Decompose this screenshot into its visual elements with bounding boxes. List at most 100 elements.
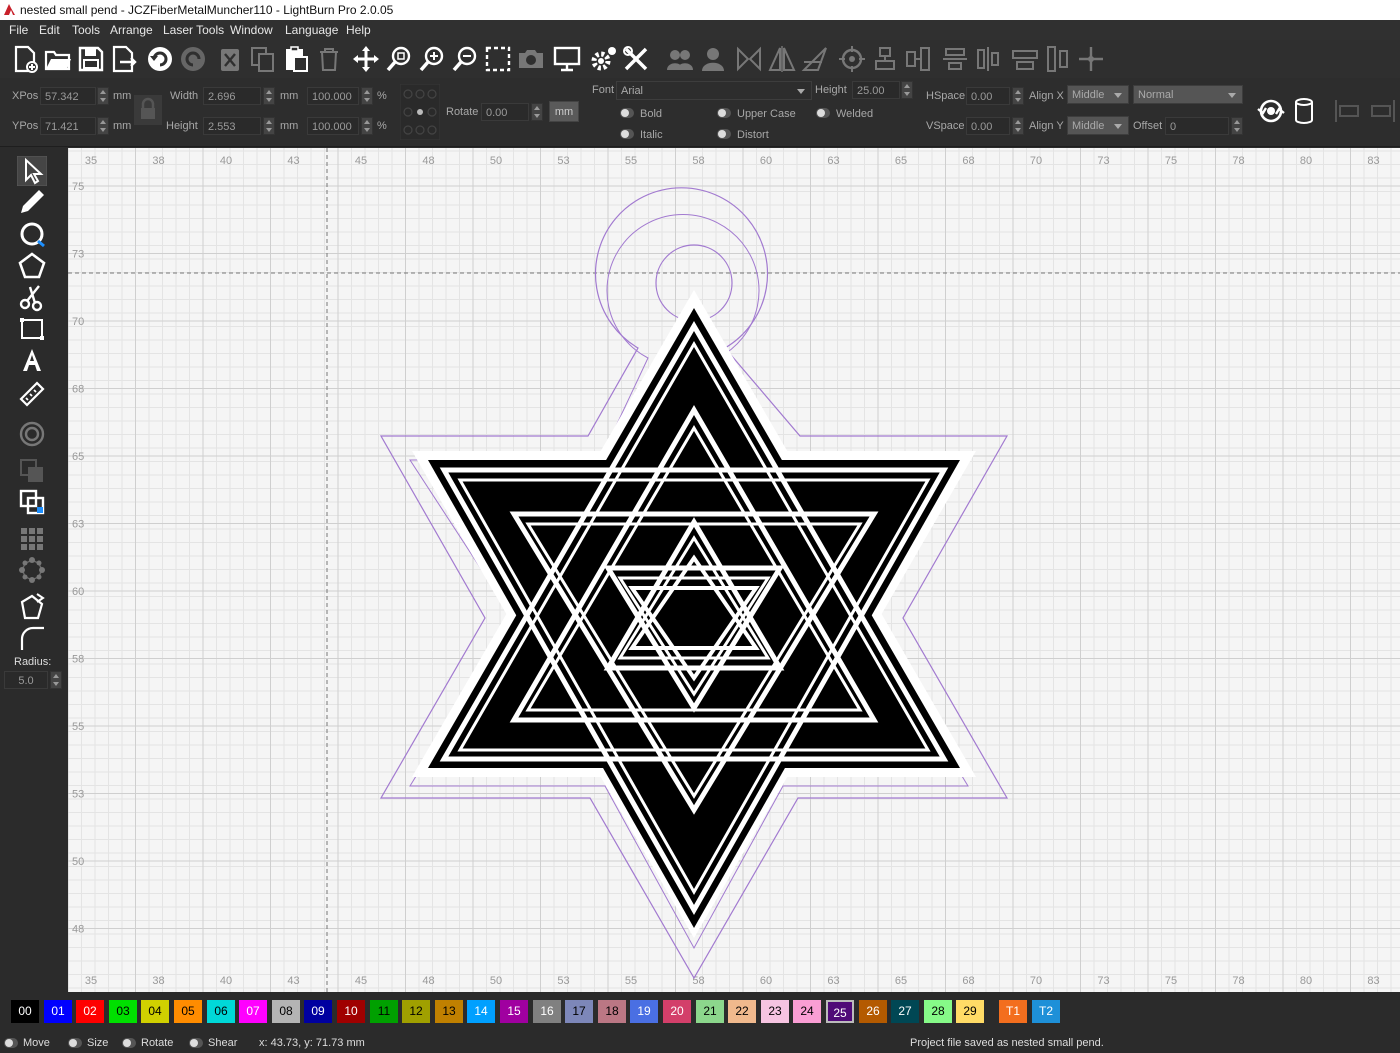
space-vertical-icon[interactable] xyxy=(1043,44,1073,74)
layer-color-16[interactable]: 16 xyxy=(533,1000,561,1023)
zoom-out-icon[interactable] xyxy=(450,44,480,74)
layer-color-21[interactable]: 21 xyxy=(696,1000,724,1023)
edit-nodes-scissors-icon[interactable] xyxy=(17,282,47,312)
rectangle-tool-icon[interactable] xyxy=(17,314,47,344)
settings-gear-icon[interactable] xyxy=(588,44,618,74)
design-canvas[interactable]: 35 35 38 38 40 40 43 43 45 45 48 48 50 50 53 53 55 55 58 58… xyxy=(68,148,1400,992)
menu-file[interactable]: File xyxy=(9,23,28,37)
move-icon[interactable] xyxy=(351,44,381,74)
layer-color-07[interactable]: 07 xyxy=(239,1000,267,1023)
flip-horizontal-icon[interactable] xyxy=(734,44,764,74)
menu-tools[interactable]: Tools xyxy=(72,23,100,37)
unit-toggle-button[interactable]: mm xyxy=(549,101,579,122)
layer-color-20[interactable]: 20 xyxy=(663,1000,691,1023)
radius-field[interactable]: 5.0 xyxy=(4,671,48,689)
rotate-shape-icon[interactable] xyxy=(17,592,47,622)
zoom-in-icon[interactable] xyxy=(417,44,447,74)
ypos-field[interactable]: 71.421 xyxy=(40,117,96,135)
scale-height-spinner[interactable] xyxy=(361,117,373,135)
text-mode-select[interactable]: Normal xyxy=(1133,85,1243,104)
open-folder-icon[interactable] xyxy=(43,44,73,74)
circular-array-icon[interactable] xyxy=(17,555,47,585)
ungroup-icon[interactable] xyxy=(698,44,728,74)
welded-toggle[interactable] xyxy=(816,108,830,118)
scale-height-field[interactable]: 100.000 xyxy=(307,117,359,135)
layer-color-08[interactable]: 08 xyxy=(272,1000,300,1023)
grid-array-icon[interactable] xyxy=(17,524,47,554)
layer-color-14[interactable]: 14 xyxy=(467,1000,495,1023)
rotate-spinner[interactable] xyxy=(531,103,543,121)
layer-color-23[interactable]: 23 xyxy=(761,1000,789,1023)
layer-color-11[interactable]: 11 xyxy=(370,1000,398,1023)
zoom-page-icon[interactable] xyxy=(483,44,513,74)
align-x-select[interactable]: Middle xyxy=(1067,85,1129,104)
layer-color-17[interactable]: 17 xyxy=(565,1000,593,1023)
width-spinner[interactable] xyxy=(263,87,275,105)
shear-toggle[interactable] xyxy=(189,1038,203,1048)
anchor-grid-icon[interactable] xyxy=(400,84,440,140)
menu-window[interactable]: Window xyxy=(230,23,273,37)
layer-color-02[interactable]: 02 xyxy=(76,1000,104,1023)
apply-path-icon[interactable] xyxy=(1256,96,1286,126)
xpos-field[interactable]: 57.342 xyxy=(40,87,96,105)
menu-laser-tools[interactable]: Laser Tools xyxy=(163,23,224,37)
layer-color-t2[interactable]: T2 xyxy=(1032,1000,1060,1023)
corner-radius-icon[interactable] xyxy=(17,623,47,653)
font-select[interactable]: Arial xyxy=(616,81,812,100)
layer-color-t1[interactable]: T1 xyxy=(999,1000,1027,1023)
boolean-union-icon[interactable] xyxy=(17,487,47,517)
redo-icon[interactable] xyxy=(178,44,208,74)
layer-color-09[interactable]: 09 xyxy=(304,1000,332,1023)
new-file-icon[interactable] xyxy=(10,44,40,74)
layer-color-04[interactable]: 04 xyxy=(141,1000,169,1023)
paste-icon[interactable] xyxy=(281,44,311,74)
layer-color-13[interactable]: 13 xyxy=(435,1000,463,1023)
measure-ruler-icon[interactable] xyxy=(17,377,47,407)
align-middle-icon[interactable] xyxy=(903,44,933,74)
ypos-spinner[interactable] xyxy=(97,117,109,135)
offset-field[interactable]: 0 xyxy=(1165,117,1229,135)
height-spinner[interactable] xyxy=(263,117,275,135)
align-top-icon[interactable] xyxy=(870,44,900,74)
layer-color-00[interactable]: 00 xyxy=(11,1000,39,1023)
ellipse-tool-icon[interactable] xyxy=(17,219,47,249)
layer-color-15[interactable]: 15 xyxy=(500,1000,528,1023)
undo-icon[interactable] xyxy=(145,44,175,74)
size-toggle[interactable] xyxy=(68,1038,82,1048)
layer-color-03[interactable]: 03 xyxy=(109,1000,137,1023)
layer-color-19[interactable]: 19 xyxy=(630,1000,658,1023)
text-height-spinner[interactable] xyxy=(901,81,913,99)
layer-color-05[interactable]: 05 xyxy=(174,1000,202,1023)
layer-color-28[interactable]: 28 xyxy=(924,1000,952,1023)
width-field[interactable]: 2.696 xyxy=(203,87,261,105)
workspace-svg[interactable]: 35 35 38 38 40 40 43 43 45 45 48 48 50 50 53 53 55 55 58 58… xyxy=(68,148,1400,992)
tools-wrench-icon[interactable] xyxy=(621,44,651,74)
layer-color-22[interactable]: 22 xyxy=(728,1000,756,1023)
distribute-horizontal-icon[interactable] xyxy=(973,44,1003,74)
layer-color-24[interactable]: 24 xyxy=(793,1000,821,1023)
weld-shapes-icon[interactable] xyxy=(17,456,47,486)
upper-case-toggle[interactable] xyxy=(717,108,731,118)
offset-spinner[interactable] xyxy=(1231,117,1243,135)
align-y-select[interactable]: Middle xyxy=(1067,116,1129,135)
scale-width-field[interactable]: 100.000 xyxy=(307,87,359,105)
menu-help[interactable]: Help xyxy=(346,23,371,37)
cut-icon[interactable] xyxy=(215,44,245,74)
height-field[interactable]: 2.553 xyxy=(203,117,261,135)
layer-color-06[interactable]: 06 xyxy=(207,1000,235,1023)
layer-color-29[interactable]: 29 xyxy=(956,1000,984,1023)
layer-color-26[interactable]: 26 xyxy=(859,1000,887,1023)
zoom-fit-icon[interactable] xyxy=(384,44,414,74)
layer-color-18[interactable]: 18 xyxy=(598,1000,626,1023)
text-height-field[interactable]: 25.00 xyxy=(852,81,900,99)
distort-toggle[interactable] xyxy=(717,129,731,139)
layer-color-10[interactable]: 10 xyxy=(337,1000,365,1023)
save-icon[interactable] xyxy=(76,44,106,74)
align-left-edge-icon[interactable] xyxy=(1332,98,1362,124)
select-arrow-icon[interactable] xyxy=(17,156,47,186)
hspace-spinner[interactable] xyxy=(1012,87,1024,105)
menu-language[interactable]: Language xyxy=(285,23,338,37)
distribute-vertical-icon[interactable] xyxy=(940,44,970,74)
scale-width-spinner[interactable] xyxy=(361,87,373,105)
vspace-field[interactable]: 0.00 xyxy=(966,117,1010,135)
